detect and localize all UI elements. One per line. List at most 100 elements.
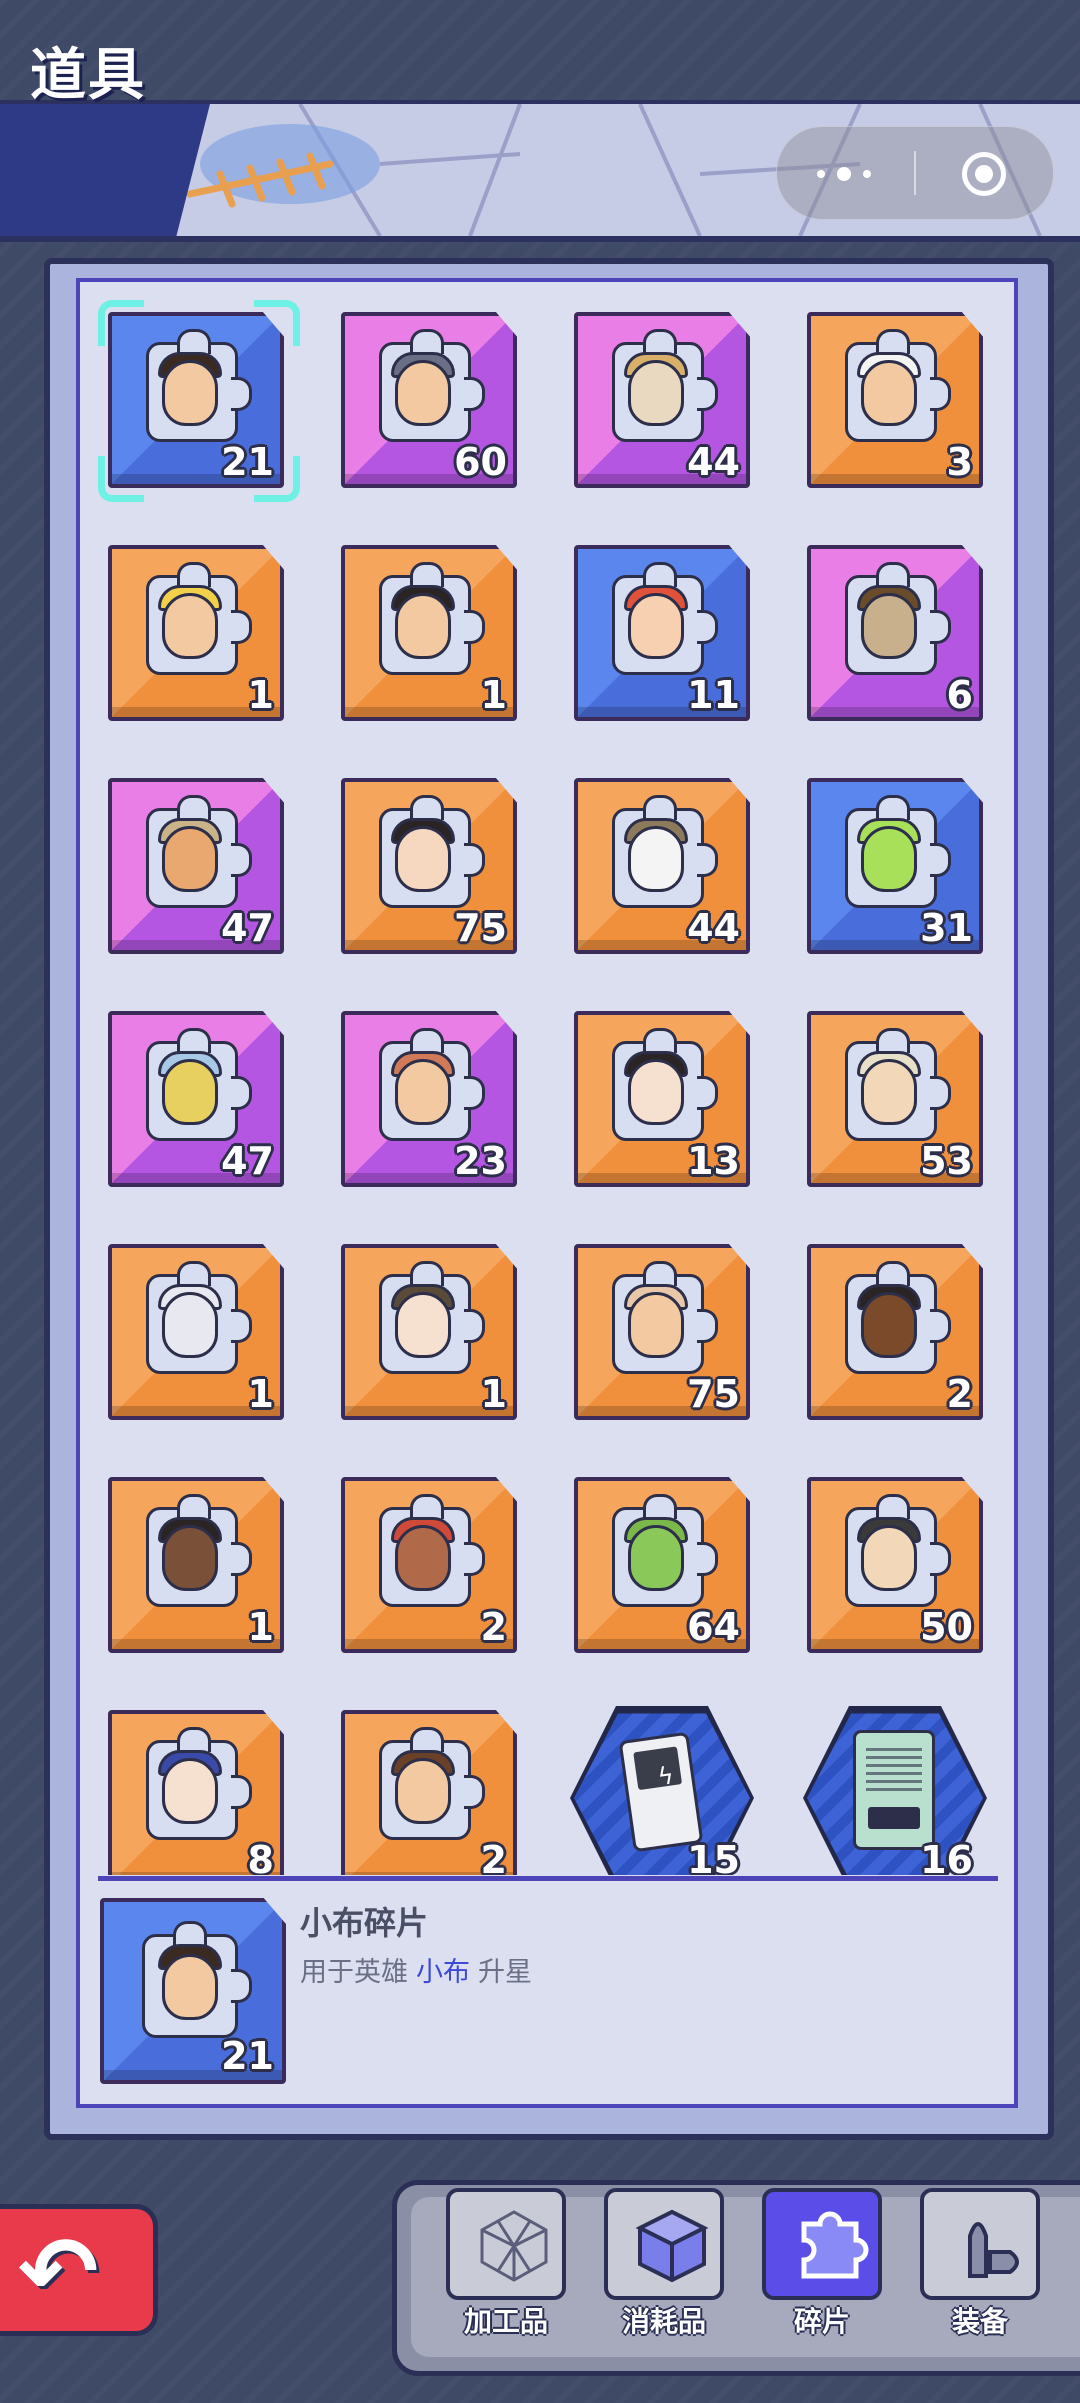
close-miniprogram-button[interactable] bbox=[916, 127, 1053, 219]
hero-face bbox=[861, 360, 917, 426]
detail-divider bbox=[98, 1876, 998, 1881]
inventory-item[interactable]: 2 bbox=[337, 1473, 519, 1655]
miniprogram-capsule bbox=[776, 126, 1054, 220]
recorder-icon bbox=[853, 1730, 935, 1850]
inventory-item[interactable]: 1 bbox=[104, 1473, 286, 1655]
hero-face bbox=[395, 1292, 451, 1358]
tab-consumables[interactable]: 消耗品 bbox=[596, 2188, 732, 2340]
hero-face bbox=[861, 593, 917, 659]
inventory-item[interactable]: 13 bbox=[570, 1007, 752, 1189]
item-count: 50 bbox=[920, 1605, 973, 1649]
page-title: 道具 bbox=[30, 43, 146, 108]
inventory-item[interactable]: 31 bbox=[803, 774, 985, 956]
hero-face bbox=[628, 1059, 684, 1125]
tab-label: 加工品 bbox=[463, 2305, 548, 2338]
hero-face bbox=[162, 1954, 218, 2020]
inventory-item[interactable]: 1 bbox=[337, 1240, 519, 1422]
more-dot-icon bbox=[837, 167, 851, 181]
inventory-item[interactable]: 50 bbox=[803, 1473, 985, 1655]
hero-face bbox=[628, 360, 684, 426]
inventory-item[interactable]: 75 bbox=[337, 774, 519, 956]
item-count: 2 bbox=[946, 1372, 973, 1416]
tab-tile bbox=[762, 2188, 882, 2300]
inventory-item[interactable]: 21 bbox=[104, 308, 286, 490]
item-count: 64 bbox=[687, 1605, 740, 1649]
inventory-item[interactable]: 44 bbox=[570, 308, 752, 490]
item-count: 1 bbox=[247, 1605, 274, 1649]
inventory-item[interactable]: 23 bbox=[337, 1007, 519, 1189]
hero-face bbox=[628, 593, 684, 659]
inventory-item[interactable]: 47 bbox=[104, 1007, 286, 1189]
item-count: 3 bbox=[946, 440, 973, 484]
inventory-item[interactable]: 53 bbox=[803, 1007, 985, 1189]
item-count: 44 bbox=[687, 906, 740, 950]
hero-face bbox=[162, 360, 218, 426]
hero-face bbox=[395, 593, 451, 659]
tab-equipment[interactable]: 装备 bbox=[912, 2188, 1048, 2340]
desc-prefix: 用于英雄 bbox=[300, 1957, 408, 1988]
tab-label: 碎片 bbox=[793, 2305, 850, 2338]
inventory-item[interactable]: 6 bbox=[803, 541, 985, 723]
inventory-item[interactable]: 2 bbox=[803, 1240, 985, 1422]
detail-item-icon: 21 bbox=[96, 1894, 286, 2084]
inventory-item[interactable]: 11 bbox=[570, 541, 752, 723]
item-count: 6 bbox=[946, 673, 973, 717]
item-count: 2 bbox=[480, 1605, 507, 1649]
tab-processed-goods[interactable]: 加工品 bbox=[438, 2188, 574, 2340]
detail-count: 21 bbox=[221, 2034, 274, 2078]
inventory-item[interactable]: 2 bbox=[337, 1706, 519, 1875]
hero-face bbox=[162, 1758, 218, 1824]
item-grid[interactable]: 21 60 44 3 1 1 11 6 47 75 44 31 47 23 13 53 1 1 75 2 1 2 64 50 8… bbox=[100, 300, 1000, 1875]
hero-face bbox=[861, 1292, 917, 1358]
hero-face bbox=[628, 826, 684, 892]
item-count: 1 bbox=[480, 673, 507, 717]
tab-tile bbox=[446, 2188, 566, 2300]
item-count: 47 bbox=[221, 1139, 274, 1183]
inventory-item[interactable]: 1 bbox=[104, 541, 286, 723]
item-count: 60 bbox=[454, 440, 507, 484]
hero-face bbox=[628, 1525, 684, 1591]
more-button[interactable] bbox=[777, 127, 914, 219]
inventory-item[interactable]: 1 bbox=[337, 541, 519, 723]
inventory-item[interactable]: 8 bbox=[104, 1706, 286, 1875]
tab-tile bbox=[604, 2188, 724, 2300]
item-count: 8 bbox=[247, 1838, 274, 1875]
hero-face bbox=[861, 1059, 917, 1125]
hero-face bbox=[395, 360, 451, 426]
detail-item-description: 用于英雄 小布 升星 bbox=[300, 1950, 532, 1989]
more-dot-icon bbox=[817, 170, 825, 178]
hero-face bbox=[162, 826, 218, 892]
inventory-item[interactable]: 1 bbox=[104, 1240, 286, 1422]
inventory-item[interactable]: 75 bbox=[570, 1240, 752, 1422]
inventory-item[interactable]: 60 bbox=[337, 308, 519, 490]
hero-face bbox=[628, 1292, 684, 1358]
inventory-item[interactable]: 16 bbox=[803, 1706, 987, 1875]
item-count: 13 bbox=[687, 1139, 740, 1183]
item-count: 53 bbox=[920, 1139, 973, 1183]
tab-fragments[interactable]: 碎片 bbox=[754, 2188, 890, 2340]
inventory-item[interactable]: ϟ 15 bbox=[570, 1706, 754, 1875]
inventory-item[interactable]: 3 bbox=[803, 308, 985, 490]
item-count: 21 bbox=[221, 440, 274, 484]
inventory-item[interactable]: 64 bbox=[570, 1473, 752, 1655]
hero-face bbox=[395, 1525, 451, 1591]
item-count: 16 bbox=[920, 1838, 973, 1875]
box-icon bbox=[635, 2209, 709, 2283]
bullet-icon bbox=[968, 2222, 1019, 2278]
item-count: 75 bbox=[454, 906, 507, 950]
tab-label: 消耗品 bbox=[621, 2305, 706, 2338]
inventory-item[interactable]: 47 bbox=[104, 774, 286, 956]
hero-face bbox=[162, 1059, 218, 1125]
back-button[interactable]: ↶ bbox=[0, 2204, 158, 2336]
item-count: 11 bbox=[687, 673, 740, 717]
item-count: 75 bbox=[687, 1372, 740, 1416]
back-arrow-icon: ↶ bbox=[18, 2216, 99, 2328]
item-count: 44 bbox=[687, 440, 740, 484]
item-count: 2 bbox=[480, 1838, 507, 1875]
inventory-item[interactable]: 44 bbox=[570, 774, 752, 956]
item-count: 1 bbox=[247, 673, 274, 717]
more-dot-icon bbox=[863, 170, 871, 178]
hero-face bbox=[395, 1758, 451, 1824]
hero-face bbox=[395, 826, 451, 892]
puzzle-piece-icon bbox=[801, 2211, 869, 2279]
